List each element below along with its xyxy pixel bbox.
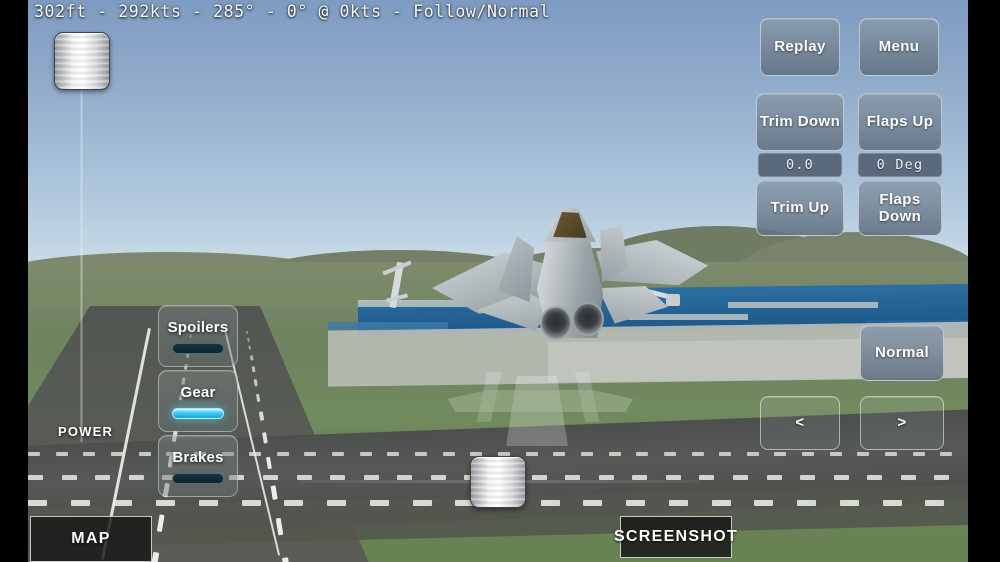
toggle-label: Spoilers — [167, 318, 229, 336]
indicator-lamp-icon — [172, 342, 224, 354]
aircraft-engine-nozzle — [540, 306, 572, 340]
distant-aircraft — [380, 258, 414, 310]
ghost-aircraft-marker — [448, 368, 633, 456]
throttle-slider-handle[interactable] — [54, 32, 110, 90]
trim-value-display: 0.0 — [758, 153, 842, 177]
trim-down-button[interactable]: Trim Down — [756, 93, 844, 151]
aircraft-engine-nozzle — [572, 302, 604, 336]
power-label: POWER — [58, 424, 114, 439]
toggle-label: Gear — [180, 383, 216, 401]
trim-up-button[interactable]: Trim Up — [756, 180, 844, 236]
flaps-value-display: 0 Deg — [858, 153, 942, 177]
toggle-label: Brakes — [172, 448, 224, 466]
flight-simulator-screen: 302ft - 292kts - 285° - 0° @ 0kts - Foll… — [0, 0, 1000, 562]
flaps-down-button[interactable]: Flaps Down — [858, 180, 942, 236]
toggle-brakes[interactable]: Brakes — [158, 435, 238, 497]
menu-button[interactable]: Menu — [859, 18, 939, 76]
flaps-up-button[interactable]: Flaps Up — [858, 93, 942, 151]
map-button[interactable]: MAP — [30, 516, 152, 562]
player-aircraft — [432, 200, 708, 360]
next-view-button[interactable]: > — [860, 396, 944, 450]
indicator-lamp-icon — [172, 407, 224, 419]
rudder-slider-handle[interactable] — [470, 456, 526, 508]
replay-button[interactable]: Replay — [760, 18, 840, 76]
screenshot-button[interactable]: SCREENSHOT — [614, 516, 737, 558]
letterbox-bar-right — [968, 0, 1000, 562]
letterbox-bar-left — [0, 0, 28, 562]
indicator-lamp-icon — [172, 472, 224, 484]
toggle-spoilers[interactable]: Spoilers — [158, 305, 238, 367]
hud-status-text: 302ft - 292kts - 285° - 0° @ 0kts - Foll… — [34, 2, 551, 21]
camera-mode-button[interactable]: Normal — [860, 325, 944, 381]
throttle-slider-track[interactable] — [80, 90, 83, 442]
previous-view-button[interactable]: < — [760, 396, 840, 450]
toggle-gear[interactable]: Gear — [158, 370, 238, 432]
